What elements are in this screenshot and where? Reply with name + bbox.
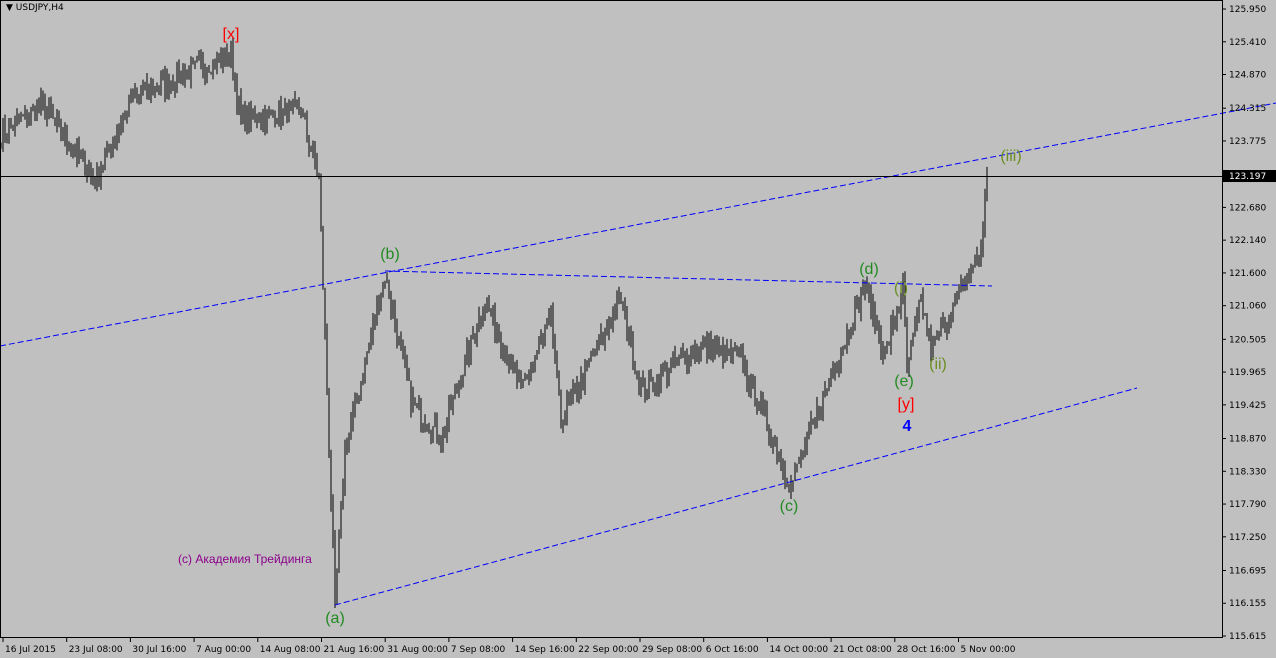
wave-label[interactable]: [x] (223, 26, 240, 44)
current-price-label: 123.197 (1229, 172, 1266, 182)
x-tick-label: 6 Oct 16:00 (706, 645, 759, 655)
wave-label[interactable]: (e) (894, 373, 914, 391)
wave-label[interactable]: 4 (903, 418, 912, 436)
x-tick-label: 21 Aug 16:00 (324, 645, 385, 655)
candles (0, 37, 988, 609)
y-tick-label: 120.505 (1229, 335, 1266, 345)
y-tick-label: 125.410 (1229, 38, 1266, 48)
x-tick-label: 22 Sep 00:00 (578, 645, 638, 655)
symbol-label: USDJPY,H4 (15, 3, 64, 13)
wave-label[interactable]: (a) (325, 610, 345, 628)
copyright-label: (c) Академия Трейдинга (178, 552, 312, 566)
time-axis: 16 Jul 2015 23 Jul 08:00 30 Jul 16:00 7 Aug… (2, 637, 1016, 655)
channel-upper-line[interactable] (0, 102, 1276, 347)
x-tick-label: 31 Aug 00:00 (387, 645, 448, 655)
wave-label[interactable]: (b) (380, 246, 400, 264)
channel-lower-line[interactable] (334, 387, 1138, 606)
y-tick-label: 116.695 (1229, 566, 1266, 576)
wave-label[interactable]: [y] (898, 396, 915, 414)
x-tick-label: 30 Jul 16:00 (132, 645, 186, 655)
wave-label[interactable]: (c) (780, 498, 799, 516)
x-tick-label: 14 Sep 16:00 (515, 645, 575, 655)
y-tick-label: 115.615 (1229, 632, 1266, 642)
x-tick-label: 29 Sep 08:00 (642, 645, 702, 655)
y-tick-label: 121.060 (1229, 302, 1266, 312)
y-tick-label: 124.870 (1229, 71, 1266, 81)
x-tick-label: 23 Jul 08:00 (69, 645, 123, 655)
y-tick-label: 125.950 (1229, 5, 1266, 15)
wave-label[interactable]: (iii) (1000, 148, 1021, 166)
x-tick-label: 21 Oct 08:00 (833, 645, 892, 655)
wave-label[interactable]: (d) (859, 261, 879, 279)
y-tick-label: 124.315 (1229, 104, 1266, 114)
y-tick-label: 122.680 (1229, 203, 1266, 213)
chart-title: ▼ USDJPY,H4 (6, 3, 64, 13)
y-tick-label: 117.790 (1229, 500, 1266, 510)
y-tick-label: 123.775 (1229, 137, 1266, 147)
y-tick-label: 119.425 (1229, 401, 1266, 411)
wave-label[interactable]: (i) (894, 280, 908, 298)
x-tick-label: 5 Nov 00:00 (961, 645, 1016, 655)
x-tick-label: 7 Sep 08:00 (451, 645, 506, 655)
y-tick-label: 121.600 (1229, 269, 1266, 279)
wave-label[interactable]: (ii) (929, 356, 947, 374)
y-tick-label: 116.155 (1229, 599, 1266, 609)
x-tick-label: 7 Aug 00:00 (196, 645, 251, 655)
y-tick-label: 122.140 (1229, 236, 1266, 246)
chart-window[interactable]: 125.950 125.410 124.870 124.315 123.775 123.1… (0, 0, 1276, 658)
price-axis: 125.950 125.410 124.870 124.315 123.775 123.1… (1222, 5, 1276, 642)
y-tick-label: 118.870 (1229, 435, 1266, 445)
x-tick-label: 16 Jul 2015 (5, 645, 56, 655)
y-tick-label: 117.250 (1229, 533, 1266, 543)
y-tick-label: 118.330 (1229, 467, 1266, 477)
x-tick-label: 28 Oct 16:00 (897, 645, 956, 655)
x-tick-label: 14 Oct 00:00 (769, 645, 828, 655)
x-tick-label: 14 Aug 08:00 (260, 645, 321, 655)
y-tick-label: 119.965 (1229, 368, 1266, 378)
